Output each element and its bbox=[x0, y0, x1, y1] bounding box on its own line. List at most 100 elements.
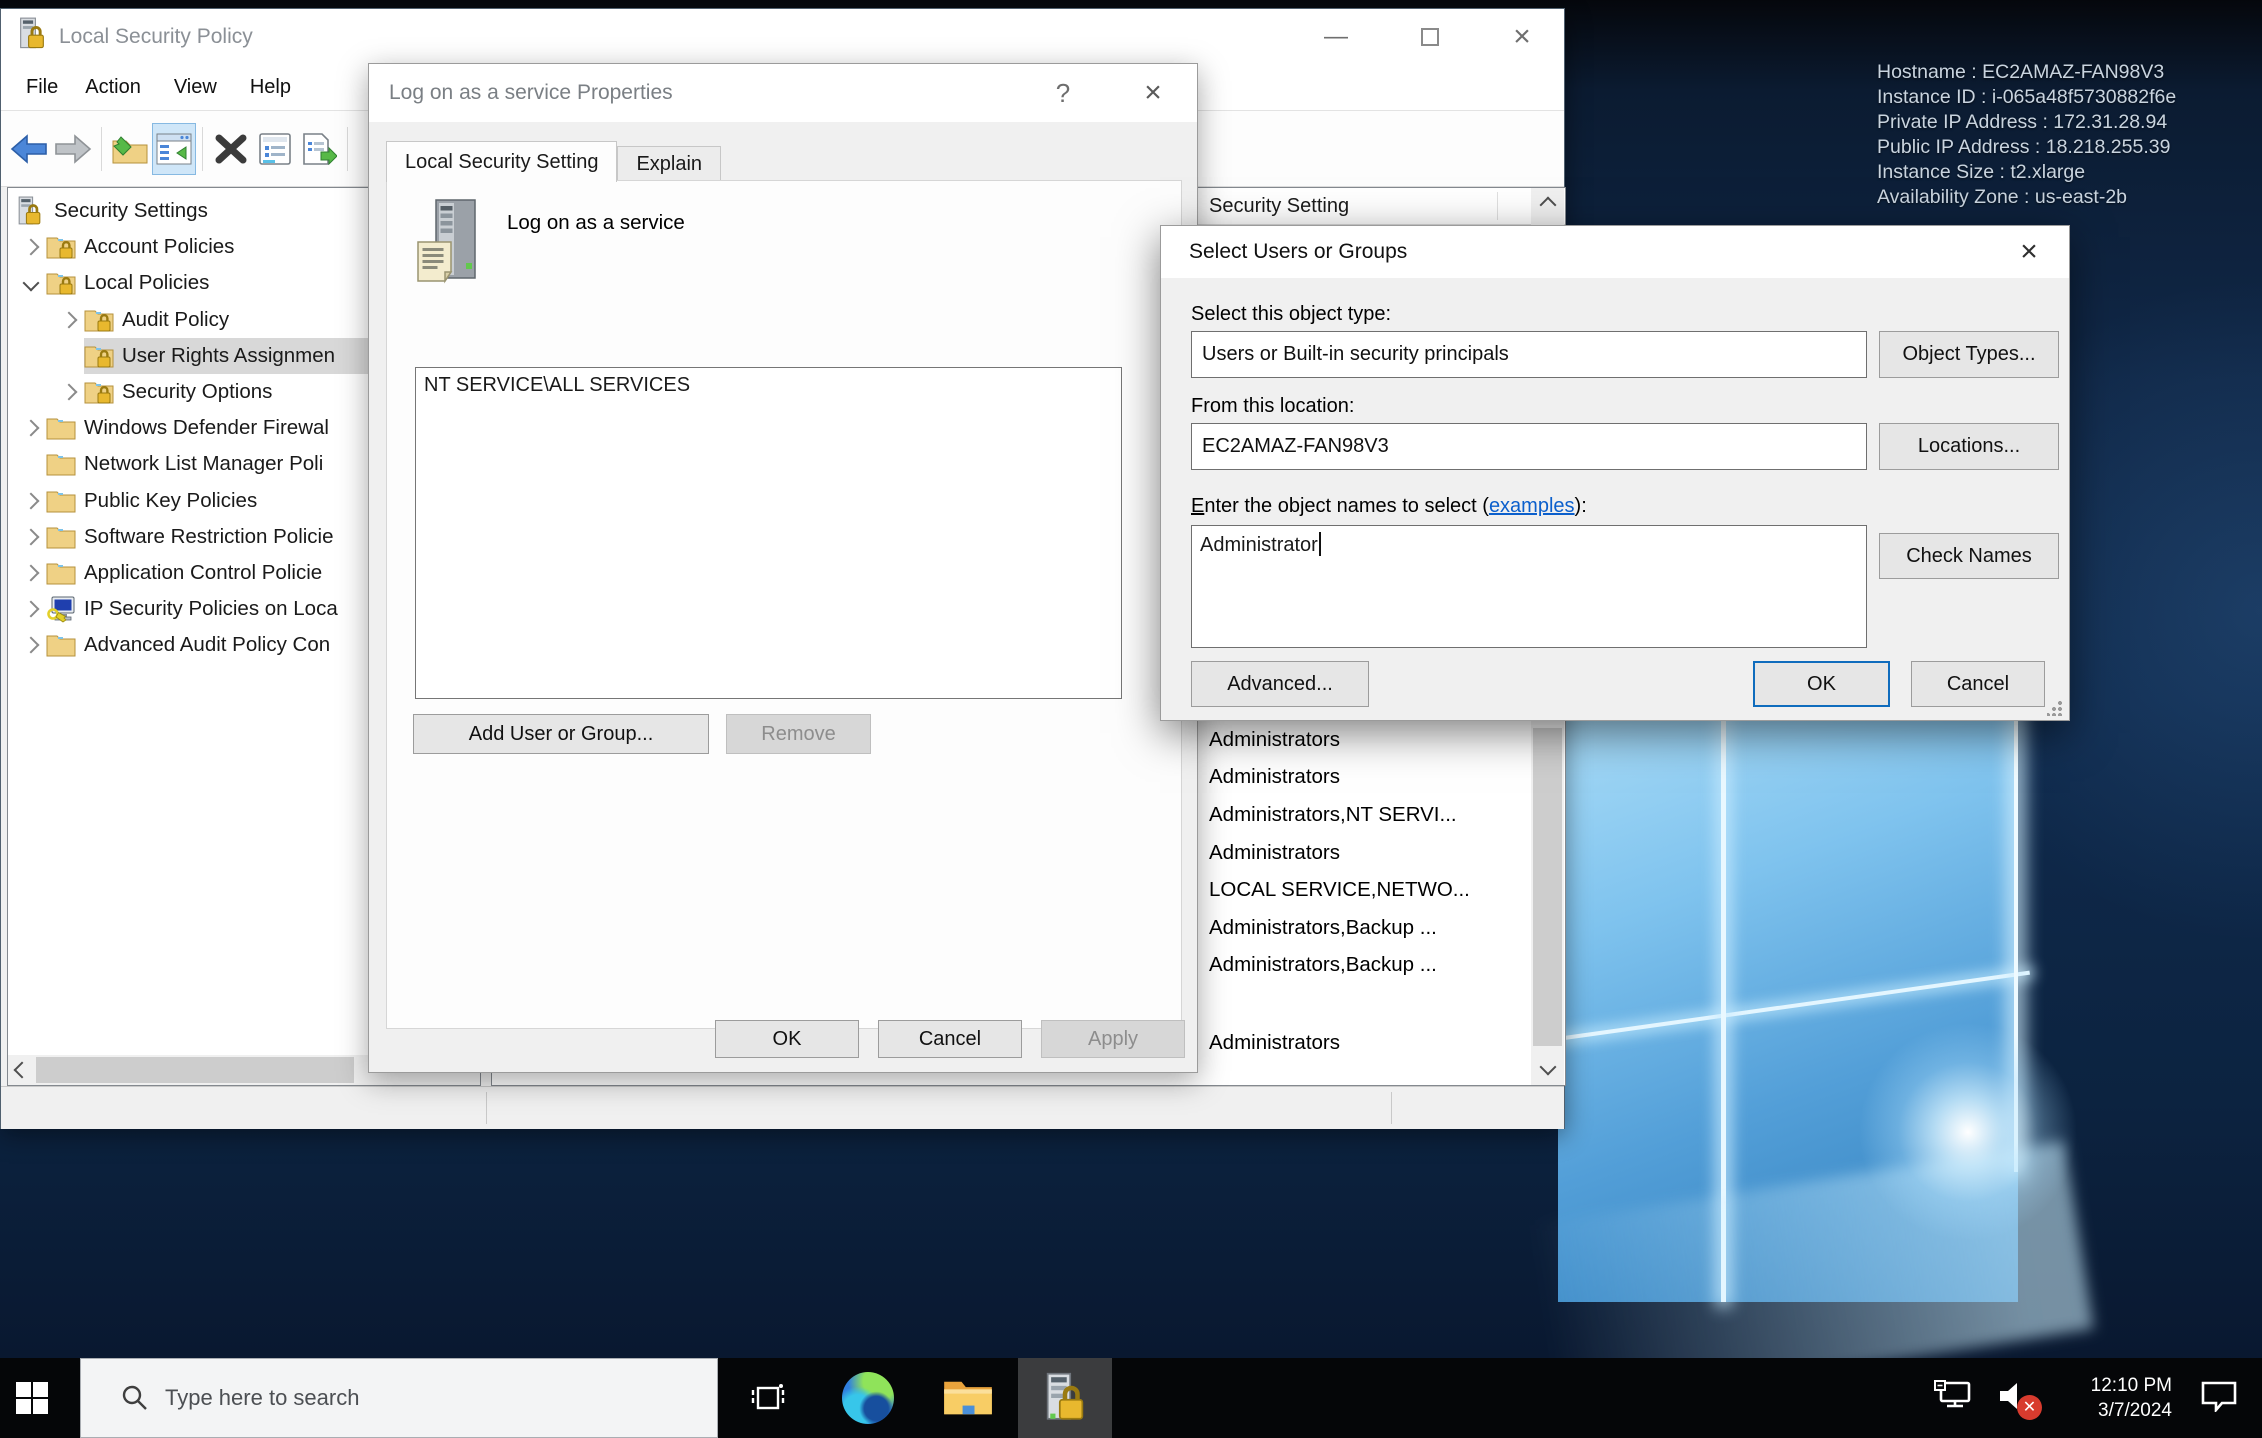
list-item[interactable]: Administrators bbox=[1192, 721, 1525, 759]
object-type-field[interactable]: Users or Built-in security principals bbox=[1191, 331, 1867, 378]
tab-explain[interactable]: Explain bbox=[617, 146, 721, 182]
dialog-title: Select Users or Groups bbox=[1189, 240, 1407, 264]
chevron-right-icon[interactable] bbox=[23, 564, 40, 581]
tree-item-label: Application Control Policie bbox=[84, 561, 322, 585]
scrollbar-thumb[interactable] bbox=[36, 1057, 354, 1083]
object-names-input[interactable]: Administrator bbox=[1191, 525, 1867, 648]
task-view-button[interactable] bbox=[736, 1358, 800, 1438]
console-tree-toggle-button[interactable] bbox=[152, 123, 196, 175]
tree-item-label: Windows Defender Firewal bbox=[84, 416, 329, 440]
tree-item-label: Account Policies bbox=[84, 235, 234, 259]
close-button[interactable]: × bbox=[1487, 9, 1557, 64]
action-center-button[interactable] bbox=[2200, 1380, 2238, 1417]
menu-view[interactable]: View bbox=[174, 76, 217, 99]
network-tray-button[interactable] bbox=[1934, 1380, 1972, 1417]
clock-time: 12:10 PM bbox=[2062, 1373, 2172, 1398]
chevron-right-icon[interactable] bbox=[61, 384, 78, 401]
members-listbox[interactable]: NT SERVICE\ALL SERVICES bbox=[415, 367, 1122, 699]
export-list-button[interactable] bbox=[297, 123, 341, 175]
advanced-button[interactable]: Advanced... bbox=[1191, 661, 1369, 707]
file-explorer-button[interactable] bbox=[936, 1358, 1000, 1438]
ok-button[interactable]: OK bbox=[715, 1020, 859, 1058]
tree-item-label: Public Key Policies bbox=[84, 489, 257, 513]
chevron-right-icon[interactable] bbox=[23, 528, 40, 545]
tree-item-label: Security Settings bbox=[54, 199, 208, 223]
chevron-right-icon[interactable] bbox=[23, 239, 40, 256]
maximize-button[interactable] bbox=[1395, 9, 1465, 64]
list-item[interactable]: Administrators,Backup ... bbox=[1192, 909, 1525, 947]
object-names-value: Administrator bbox=[1200, 534, 1318, 556]
taskbar-clock[interactable]: 12:10 PM 3/7/2024 bbox=[2062, 1373, 2172, 1423]
resize-grip[interactable] bbox=[2047, 700, 2063, 716]
chevron-down-icon[interactable] bbox=[23, 275, 40, 292]
list-item[interactable]: Administrators bbox=[1192, 834, 1525, 872]
folder-lock-icon bbox=[46, 270, 80, 296]
tab-strip: Local Security Setting Explain bbox=[386, 141, 721, 182]
folder-lock-icon bbox=[84, 343, 118, 369]
export-folder-button[interactable] bbox=[108, 123, 152, 175]
properties-button[interactable] bbox=[253, 123, 297, 175]
menu-help[interactable]: Help bbox=[250, 76, 291, 99]
list-item[interactable]: Administrators,Backup ... bbox=[1192, 947, 1525, 985]
object-types-button[interactable]: Object Types... bbox=[1879, 331, 2059, 378]
chevron-right-icon[interactable] bbox=[23, 601, 40, 618]
member-item[interactable]: NT SERVICE\ALL SERVICES bbox=[424, 374, 1113, 397]
ec2-availability-zone: Availability Zone : us-east-2b bbox=[1877, 185, 2176, 210]
tree-item-label: Advanced Audit Policy Con bbox=[84, 633, 330, 657]
cancel-button[interactable]: Cancel bbox=[1911, 661, 2045, 707]
add-user-or-group-button[interactable]: Add User or Group... bbox=[413, 714, 709, 754]
column-header-security-setting[interactable]: Security Setting bbox=[1209, 195, 1349, 218]
back-button[interactable] bbox=[7, 123, 51, 175]
status-bar bbox=[1, 1086, 1564, 1129]
tree-item-label: Network List Manager Poli bbox=[84, 452, 323, 476]
check-names-button[interactable]: Check Names bbox=[1879, 533, 2059, 579]
chevron-right-icon[interactable] bbox=[23, 637, 40, 654]
list-item[interactable]: Administrators bbox=[1192, 759, 1525, 797]
remove-button: Remove bbox=[726, 714, 871, 754]
text-caret bbox=[1319, 532, 1321, 556]
close-button[interactable]: × bbox=[1997, 226, 2061, 278]
object-type-label: Select this object type: bbox=[1191, 303, 1391, 326]
volume-tray-button[interactable]: ✕ bbox=[1998, 1381, 2032, 1416]
taskbar-search-box[interactable]: Type here to search bbox=[80, 1358, 718, 1438]
menu-file[interactable]: File bbox=[26, 76, 58, 99]
scroll-down-button[interactable] bbox=[1531, 1050, 1564, 1084]
window-title: Local Security Policy bbox=[59, 25, 253, 49]
list-item[interactable]: LOCAL SERVICE,NETWO... bbox=[1192, 871, 1525, 909]
scroll-left-button[interactable] bbox=[8, 1055, 36, 1085]
back-icon bbox=[10, 134, 48, 164]
forward-button[interactable] bbox=[51, 123, 95, 175]
maximize-icon bbox=[1421, 28, 1439, 46]
help-button[interactable]: ? bbox=[1031, 64, 1095, 122]
location-field[interactable]: EC2AMAZ-FAN98V3 bbox=[1191, 423, 1867, 470]
tree-item-label: Audit Policy bbox=[122, 308, 229, 332]
status-divider bbox=[486, 1092, 487, 1124]
minimize-button[interactable]: — bbox=[1301, 9, 1371, 64]
label-suffix: ): bbox=[1575, 495, 1587, 517]
export-folder-icon bbox=[111, 133, 149, 165]
ec2-hostname: Hostname : EC2AMAZ-FAN98V3 bbox=[1877, 60, 2176, 85]
cancel-button[interactable]: Cancel bbox=[878, 1020, 1022, 1058]
list-item[interactable]: Administrators,NT SERVI... bbox=[1192, 796, 1525, 834]
examples-link[interactable]: examples bbox=[1489, 495, 1575, 517]
delete-button[interactable] bbox=[209, 123, 253, 175]
close-button[interactable]: × bbox=[1121, 64, 1185, 122]
start-button[interactable] bbox=[0, 1358, 64, 1438]
chevron-right-icon[interactable] bbox=[61, 311, 78, 328]
list-item[interactable]: Administrators bbox=[1192, 1024, 1525, 1062]
clock-date: 3/7/2024 bbox=[2062, 1398, 2172, 1423]
scroll-up-button[interactable] bbox=[1531, 188, 1564, 222]
menu-action[interactable]: Action bbox=[85, 76, 141, 99]
scrollbar-thumb[interactable] bbox=[1533, 728, 1562, 1046]
column-divider[interactable] bbox=[1497, 192, 1498, 220]
edge-browser-button[interactable] bbox=[836, 1358, 900, 1438]
folder-icon bbox=[46, 415, 80, 441]
tab-local-security-setting[interactable]: Local Security Setting bbox=[386, 141, 617, 182]
local-security-policy-taskbar-button[interactable] bbox=[1018, 1358, 1112, 1438]
chevron-right-icon[interactable] bbox=[23, 420, 40, 437]
locations-button[interactable]: Locations... bbox=[1879, 423, 2059, 470]
minimize-icon: — bbox=[1324, 23, 1348, 51]
chevron-right-icon[interactable] bbox=[23, 492, 40, 509]
ok-button[interactable]: OK bbox=[1753, 661, 1890, 707]
policy-name-label: Log on as a service bbox=[507, 211, 685, 235]
